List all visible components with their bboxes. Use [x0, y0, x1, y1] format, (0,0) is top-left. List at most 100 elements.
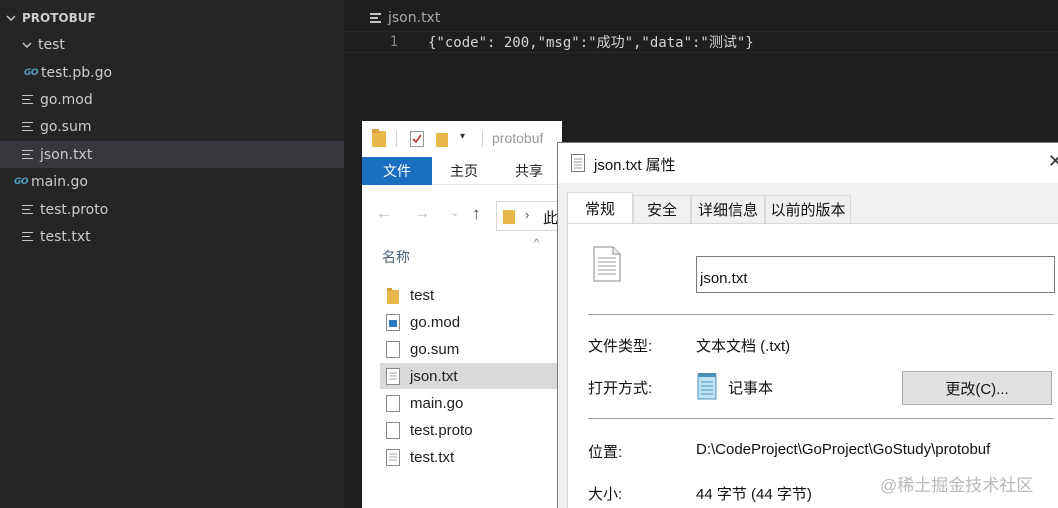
file-name: test.proto [410, 421, 473, 439]
watermark-text: @稀土掘金技术社区 [880, 476, 1034, 495]
file-name: go.mod [410, 313, 461, 331]
tree-folder-test[interactable]: test [0, 31, 344, 58]
tree-item-label: go.mod [40, 91, 93, 108]
tree-item-label: test.txt [40, 228, 91, 245]
text-document-icon [386, 448, 400, 466]
size-label: 大小: [588, 486, 623, 503]
text-document-icon [571, 154, 585, 172]
file-name: test.txt [410, 448, 455, 466]
tab-security[interactable]: 安全 [633, 195, 691, 223]
list-item[interactable]: go.sum [380, 336, 558, 362]
list-item[interactable]: test [380, 282, 558, 308]
tab-file[interactable]: 文件 [362, 157, 432, 185]
properties-checkmark-icon[interactable] [410, 131, 424, 147]
opens-with-value: 记事本 [728, 380, 774, 397]
file-type-label: 文件类型: [588, 338, 653, 355]
list-item[interactable]: json.txt [380, 363, 558, 389]
large-text-document-icon [593, 246, 621, 282]
breadcrumb[interactable]: json.txt [370, 8, 440, 28]
chevron-down-icon [6, 15, 16, 21]
tab-share[interactable]: 共享 [496, 157, 562, 185]
tree-item-test-pb-go[interactable]: GO test.pb.go [0, 59, 344, 86]
divider [482, 131, 483, 147]
folder-icon [387, 287, 399, 304]
window-title: protobuf [492, 130, 544, 146]
file-type-value: 文本文档 (.txt) [696, 338, 791, 355]
text-file-icon [370, 13, 381, 23]
ribbon-tabs: 文件 主页 共享 [362, 157, 562, 185]
recent-locations-chevron-icon[interactable]: ⌄ [450, 206, 459, 219]
list-item[interactable]: go.mod [380, 309, 558, 335]
up-arrow-icon[interactable]: ↑ [472, 204, 481, 224]
back-arrow-icon[interactable]: ← [376, 205, 392, 223]
tree-item-label: go.sum [40, 118, 92, 135]
mod-file-icon [386, 313, 400, 331]
file-list: ^ 名称 test go.mod go.sum json.txt main.go… [362, 233, 562, 508]
address-bar-row: ← → ⌄ ↑ › 此 [362, 197, 562, 233]
breadcrumb-file: json.txt [388, 10, 441, 26]
file-icon [386, 340, 400, 358]
location-value: D:\CodeProject\GoProject\GoStudy\protobu… [696, 441, 991, 458]
size-value: 44 字节 (44 字节) [696, 486, 812, 503]
tree-item-main-go[interactable]: GO main.go [0, 168, 344, 195]
tree-item-label: main.go [31, 173, 88, 190]
file-explorer-window: ▾ protobuf 文件 主页 共享 ← → ⌄ ↑ › 此 ^ 名称 tes… [362, 121, 562, 508]
text-file-icon [22, 149, 33, 160]
file-name: json.txt [410, 367, 458, 385]
dialog-title: json.txt 属性 [594, 157, 676, 174]
general-tab-panel: 文件类型: 文本文档 (.txt) 打开方式: 记事本 更改(C)... 位置:… [567, 223, 1058, 508]
file-icon [386, 421, 400, 439]
address-text: 此 [543, 210, 559, 227]
opens-with-label: 打开方式: [588, 380, 653, 397]
section-title: PROTOBUF [22, 11, 96, 25]
tab-details[interactable]: 详细信息 [691, 195, 765, 223]
quick-access-dropdown-icon[interactable]: ▾ [460, 131, 465, 142]
file-name: go.sum [410, 340, 460, 358]
tab-previous-versions[interactable]: 以前的版本 [765, 195, 851, 223]
text-document-icon [386, 367, 400, 385]
file-name: test [410, 286, 435, 304]
tree-item-test-proto[interactable]: test.proto [0, 196, 344, 223]
tab-home[interactable]: 主页 [432, 157, 496, 185]
tree-item-label: test.proto [40, 201, 109, 218]
address-box[interactable]: › 此 [496, 201, 562, 231]
sort-ascending-icon: ^ [534, 237, 540, 249]
list-item[interactable]: main.go [380, 390, 558, 416]
code-text[interactable]: {"code": 200,"msg":"成功","data":"测试"} [428, 32, 754, 52]
forward-arrow-icon[interactable]: → [414, 205, 430, 223]
folder-icon [372, 129, 386, 147]
new-folder-icon[interactable] [436, 131, 450, 147]
list-item[interactable]: test.proto [380, 417, 558, 443]
list-item[interactable]: test.txt [380, 444, 558, 470]
line-number: 1 [389, 34, 398, 50]
breadcrumb-chevron-icon: › [525, 207, 530, 222]
tree-item-label: json.txt [40, 146, 93, 163]
location-label: 位置: [588, 444, 623, 461]
tree-item-json-txt[interactable]: json.txt [0, 141, 344, 168]
dialog-titlebar: json.txt 属性 ✕ [558, 143, 1058, 183]
change-button[interactable]: 更改(C)... [902, 371, 1052, 405]
tree-item-go-sum[interactable]: go.sum [0, 113, 344, 140]
explorer-section-header[interactable]: PROTOBUF [0, 6, 96, 30]
tree-item-test-txt[interactable]: test.txt [0, 223, 344, 250]
file-name-field[interactable] [696, 256, 1055, 293]
go-file-icon: GO [14, 176, 29, 187]
file-name: main.go [410, 394, 464, 412]
close-icon[interactable]: ✕ [1048, 151, 1058, 172]
text-file-icon [22, 121, 33, 132]
divider [588, 314, 1054, 315]
divider [396, 131, 397, 147]
go-file-icon: GO [24, 67, 39, 78]
file-icon [386, 394, 400, 412]
text-file-icon [22, 231, 33, 242]
code-line[interactable]: 1 {"code": 200,"msg":"成功","data":"测试"} [344, 31, 1058, 53]
tab-general[interactable]: 常规 [567, 192, 633, 224]
tree-folder-label: test [38, 36, 65, 53]
tree-item-go-mod[interactable]: go.mod [0, 86, 344, 113]
explorer-titlebar: ▾ protobuf [362, 121, 562, 157]
column-header-name[interactable]: 名称 [382, 247, 410, 267]
notepad-icon [697, 373, 717, 400]
tree-item-label: test.pb.go [41, 64, 113, 81]
text-file-icon [22, 94, 33, 105]
vscode-explorer-sidebar: PROTOBUF test GO test.pb.go go.mod go.su… [0, 0, 344, 508]
